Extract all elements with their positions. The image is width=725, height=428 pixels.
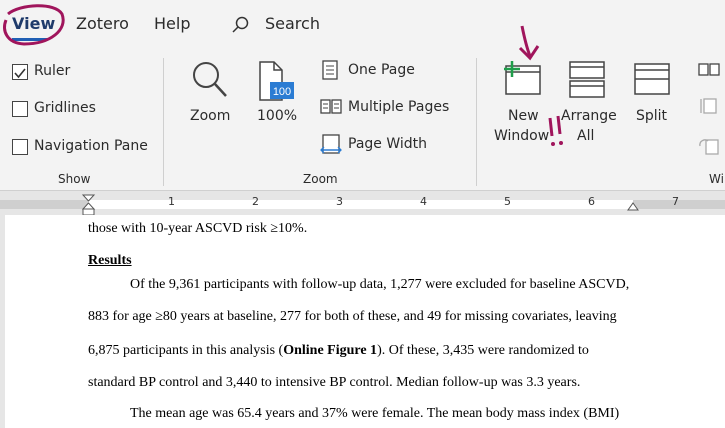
arrange-all-label-line2[interactable]: All (577, 128, 594, 144)
search-icon[interactable] (232, 16, 250, 34)
synchronous-scrolling-icon (700, 98, 717, 114)
results-heading: Results (88, 253, 132, 268)
split-icon[interactable] (633, 62, 671, 96)
hundred-percent-button[interactable]: 100% (257, 108, 297, 124)
ruler-left-margin (0, 200, 88, 209)
hundred-badge-text: 100 (273, 86, 291, 98)
page-width-button[interactable]: Page Width (348, 136, 427, 152)
checkmark-icon (14, 68, 26, 79)
one-page-icon (322, 60, 338, 80)
gridlines-label: Gridlines (34, 100, 96, 116)
horizontal-ruler[interactable]: 1 2 3 4 5 6 7 (0, 194, 725, 216)
multiple-pages-icon (320, 99, 342, 114)
annotation-circle-mark (3, 4, 65, 46)
navigation-pane-checkbox[interactable] (12, 139, 28, 155)
document-line: those with 10-year ASCVD risk ≥10%. (88, 221, 308, 236)
multiple-pages-button[interactable]: Multiple Pages (348, 99, 449, 115)
ruler-number: 7 (672, 195, 679, 208)
annotation-arrow-mark (518, 25, 563, 146)
group-separator (163, 58, 164, 186)
document-line: Of the 9,361 participants with follow-up… (130, 277, 630, 292)
indent-marker[interactable] (82, 194, 96, 216)
document-line: 883 for age ≥80 years at baseline, 277 f… (88, 309, 617, 324)
gridlines-checkbox[interactable] (12, 101, 28, 117)
online-figure-reference: Online Figure 1 (283, 343, 378, 358)
search-box[interactable]: Search (265, 14, 320, 33)
document-line: standard BP control and 3,440 to intensi… (88, 375, 581, 390)
zoom-magnifier-icon[interactable] (190, 60, 230, 100)
ruler-number: 6 (588, 195, 595, 208)
show-group-label: Show (58, 172, 91, 186)
ruler-number: 1 (168, 195, 175, 208)
document-line: 6,875 participants in this analysis (Onl… (88, 343, 589, 359)
group-separator (476, 58, 477, 186)
window-group-label: Wi (709, 172, 724, 186)
ruler-number: 5 (504, 195, 511, 208)
ribbon: Ruler Gridlines Navigation Pane Show Zoo… (0, 48, 725, 191)
page-width-icon (320, 134, 342, 154)
one-page-button[interactable]: One Page (348, 62, 415, 78)
zoom-group-label: Zoom (303, 172, 338, 186)
hundred-percent-icon[interactable]: 100 (258, 60, 296, 102)
navigation-pane-label: Navigation Pane (34, 138, 148, 154)
document-page[interactable]: those with 10-year ASCVD risk ≥10%. Resu… (5, 215, 725, 428)
ruler-number: 3 (336, 195, 343, 208)
tab-help[interactable]: Help (154, 14, 190, 33)
reset-window-position-icon (699, 139, 719, 155)
ruler-right-margin (633, 200, 725, 209)
ruler-number: 4 (420, 195, 427, 208)
document-text: 6,875 participants in this analysis ( (88, 343, 284, 358)
right-indent-marker[interactable] (627, 202, 639, 212)
zoom-button[interactable]: Zoom (190, 108, 230, 124)
split-button[interactable]: Split (636, 108, 667, 124)
tab-zotero[interactable]: Zotero (76, 14, 129, 33)
document-line: The mean age was 65.4 years and 37% were… (130, 406, 620, 421)
document-text: ). Of these, 3,435 were randomized to (377, 343, 589, 358)
ruler-checkbox[interactable] (12, 64, 28, 80)
ruler-number: 2 (252, 195, 259, 208)
ruler-label: Ruler (34, 63, 71, 79)
view-side-by-side-icon[interactable] (698, 62, 720, 78)
ribbon-tab-bar: View Zotero Help Search (0, 0, 725, 48)
